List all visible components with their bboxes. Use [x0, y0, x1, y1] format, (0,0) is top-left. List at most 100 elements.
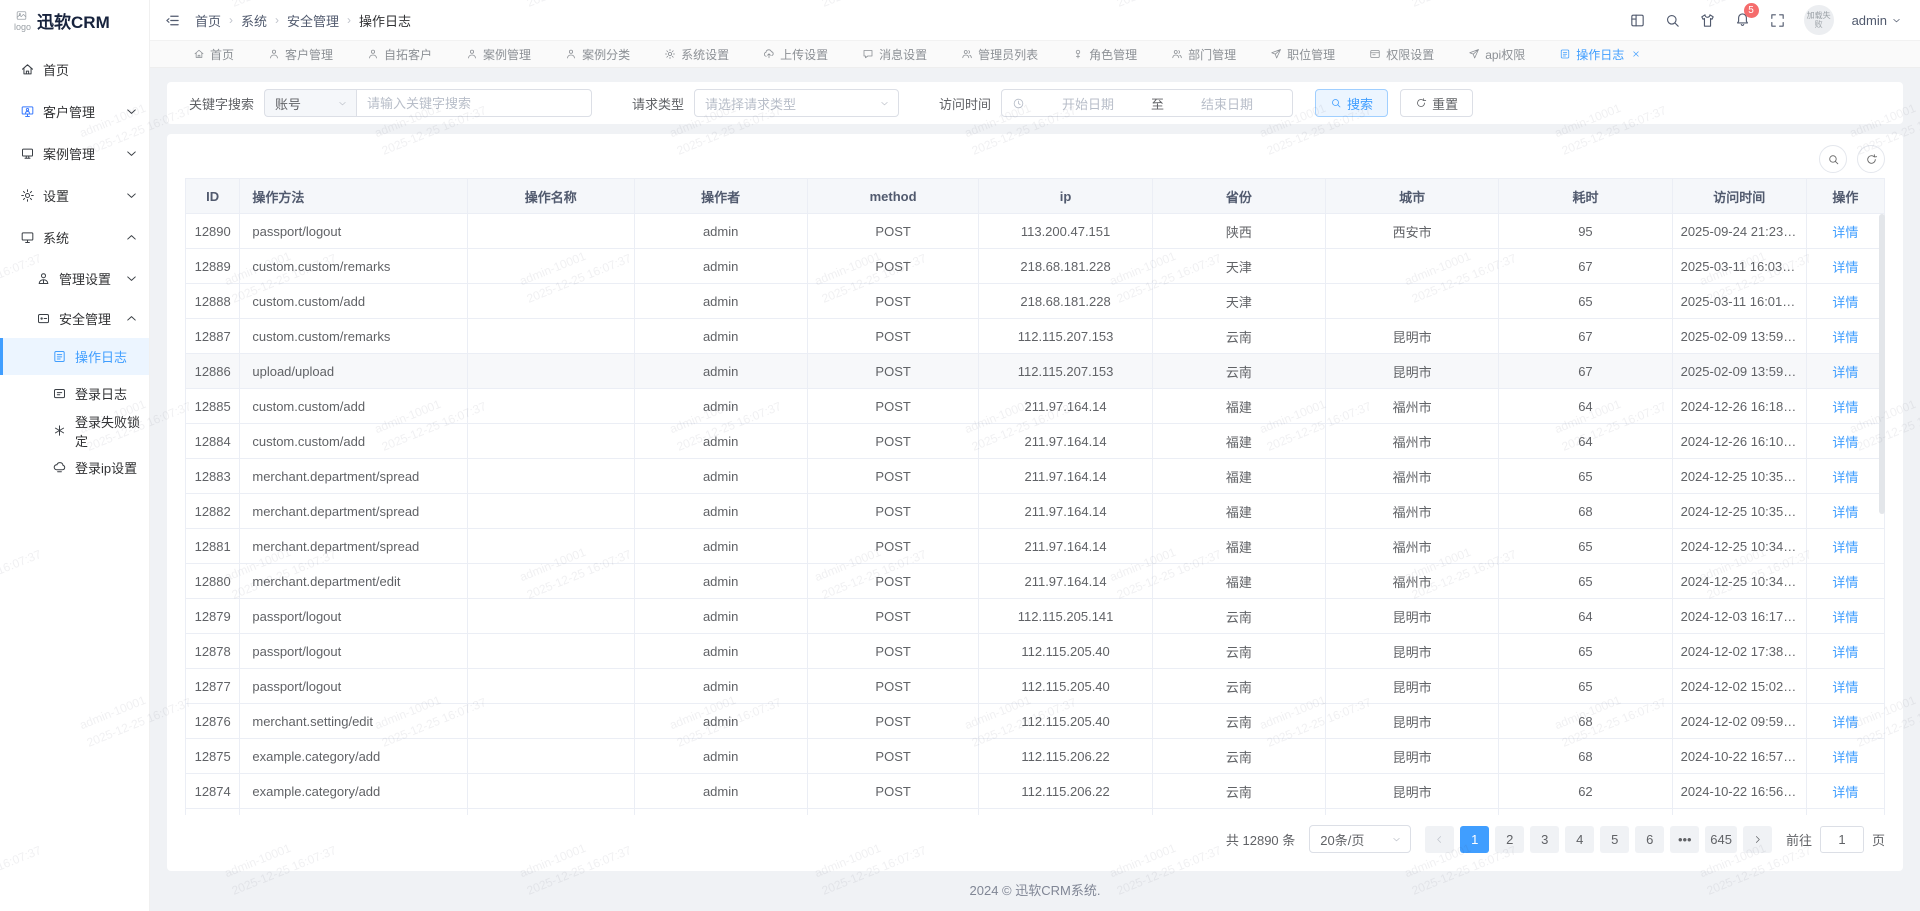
detail-link[interactable]: 详情	[1832, 400, 1858, 415]
table-cell: 昆明市	[1326, 669, 1499, 704]
prev-page-button[interactable]	[1425, 826, 1454, 853]
sidebar-item-安全管理[interactable]: 安全管理	[0, 298, 149, 338]
table-cell: 68	[1499, 704, 1672, 739]
tab-消息设置[interactable]: 消息设置	[845, 41, 944, 67]
fullscreen-icon[interactable]	[1769, 12, 1786, 29]
keyword-type-select[interactable]: 账号	[264, 89, 356, 117]
sidebar-item-操作日志[interactable]: 操作日志	[0, 338, 149, 375]
sidebar-collapse-icon[interactable]	[164, 12, 181, 29]
detail-link[interactable]: 详情	[1832, 505, 1858, 520]
send-icon	[1270, 48, 1282, 60]
table-scrollbar[interactable]	[1879, 214, 1885, 514]
keyword-input[interactable]	[356, 89, 592, 117]
sidebar-item-首页[interactable]: 首页	[0, 48, 149, 90]
page-button-4[interactable]: 4	[1565, 826, 1594, 853]
breadcrumb-item[interactable]: 系统	[241, 11, 267, 30]
detail-link[interactable]: 详情	[1832, 330, 1858, 345]
sidebar-item-登录失败锁定[interactable]: 登录失败锁定	[0, 412, 149, 449]
table-cell: 68	[1499, 739, 1672, 774]
search-icon[interactable]	[1664, 12, 1681, 29]
tab-自拓客户[interactable]: 自拓客户	[350, 41, 449, 67]
sidebar-item-客户管理[interactable]: 客户管理	[0, 90, 149, 132]
tab-首页[interactable]: 首页	[176, 41, 251, 67]
sidebar-item-案例管理[interactable]: 案例管理	[0, 132, 149, 174]
theme-shirt-icon[interactable]	[1699, 12, 1716, 29]
tab-部门管理[interactable]: 部门管理	[1154, 41, 1253, 67]
detail-link[interactable]: 详情	[1832, 715, 1858, 730]
page-button-5[interactable]: 5	[1600, 826, 1629, 853]
detail-link[interactable]: 详情	[1832, 365, 1858, 380]
sidebar-item-登录ip设置[interactable]: 登录ip设置	[0, 449, 149, 486]
detail-link[interactable]: 详情	[1832, 260, 1858, 275]
table-cell: 2024-12-26 16:18:06	[1672, 389, 1806, 424]
detail-link[interactable]: 详情	[1832, 785, 1858, 800]
chevron-down-icon	[337, 98, 348, 109]
tab-权限设置[interactable]: 权限设置	[1352, 41, 1451, 67]
detail-link[interactable]: 详情	[1832, 470, 1858, 485]
close-icon[interactable]	[1631, 49, 1641, 59]
tab-系统设置[interactable]: 系统设置	[647, 41, 746, 67]
reset-button[interactable]: 重置	[1400, 89, 1473, 117]
next-page-button[interactable]	[1743, 826, 1772, 853]
detail-link[interactable]: 详情	[1832, 680, 1858, 695]
detail-link[interactable]: 详情	[1832, 225, 1858, 240]
tab-角色管理[interactable]: 角色管理	[1055, 41, 1154, 67]
role-icon	[1072, 48, 1084, 60]
goto-page-input[interactable]	[1820, 826, 1864, 853]
page-button-6[interactable]: 6	[1635, 826, 1664, 853]
tab-操作日志[interactable]: 操作日志	[1542, 41, 1658, 67]
table-cell: admin	[634, 424, 807, 459]
logo[interactable]: logo 迅软CRM	[0, 0, 149, 40]
page-button-2[interactable]: 2	[1495, 826, 1524, 853]
detail-link[interactable]: 详情	[1832, 435, 1858, 450]
detail-link[interactable]: 详情	[1832, 295, 1858, 310]
breadcrumb-item[interactable]: 首页	[195, 11, 221, 30]
table-row: 12877passport/logoutadminPOST112.115.205…	[186, 669, 1885, 704]
avatar[interactable]: 加载失败	[1804, 5, 1834, 35]
tab-label: 管理员列表	[978, 46, 1038, 63]
notification-bell[interactable]: 5	[1734, 10, 1751, 30]
table-search-button[interactable]	[1819, 145, 1847, 173]
sidebar-item-管理设置[interactable]: 管理设置	[0, 258, 149, 298]
table-cell: merchant.department/spread	[240, 494, 468, 529]
table-cell	[468, 494, 635, 529]
table-wrap: ID操作方法操作名称操作者methodip省份城市耗时访问时间操作 12890p…	[185, 178, 1885, 815]
sidebar-item-系统[interactable]: 系统	[0, 216, 149, 258]
page-button-3[interactable]: 3	[1530, 826, 1559, 853]
table-cell: 65	[1499, 459, 1672, 494]
tab-上传设置[interactable]: 上传设置	[746, 41, 845, 67]
table-cell: 67	[1499, 249, 1672, 284]
breadcrumb-item[interactable]: 安全管理	[287, 11, 339, 30]
detail-link[interactable]: 详情	[1832, 540, 1858, 555]
detail-link[interactable]: 详情	[1832, 750, 1858, 765]
tab-案例管理[interactable]: 案例管理	[449, 41, 548, 67]
search-button[interactable]: 搜索	[1315, 89, 1388, 117]
table-cell: 2024-12-02 17:38:42	[1672, 634, 1806, 669]
breadcrumb-item[interactable]: 操作日志	[359, 11, 411, 30]
request-type-select[interactable]: 请选择请求类型	[694, 89, 899, 117]
page-size-select[interactable]: 20条/页	[1309, 825, 1411, 853]
detail-link[interactable]: 详情	[1832, 610, 1858, 625]
tab-案例分类[interactable]: 案例分类	[548, 41, 647, 67]
detail-link[interactable]: 详情	[1832, 575, 1858, 590]
table-cell: POST	[807, 774, 979, 809]
layout-icon[interactable]	[1629, 12, 1646, 29]
table-cell: admin	[634, 529, 807, 564]
tab-管理员列表[interactable]: 管理员列表	[944, 41, 1055, 67]
date-range-picker[interactable]: 开始日期 至 结束日期	[1001, 89, 1293, 117]
sidebar-item-登录日志[interactable]: 登录日志	[0, 375, 149, 412]
detail-link[interactable]: 详情	[1832, 645, 1858, 660]
tab-客户管理[interactable]: 客户管理	[251, 41, 350, 67]
page-button-•••[interactable]: •••	[1670, 826, 1699, 853]
tab-api权限[interactable]: api权限	[1451, 41, 1542, 67]
table-cell: 112.115.205.40	[979, 704, 1152, 739]
page-button-645[interactable]: 645	[1705, 826, 1737, 853]
page-button-1[interactable]: 1	[1460, 826, 1489, 853]
table-cell: 福建	[1152, 494, 1325, 529]
tab-职位管理[interactable]: 职位管理	[1253, 41, 1352, 67]
login-log-icon	[52, 386, 67, 401]
table-refresh-button[interactable]	[1857, 145, 1885, 173]
sidebar-item-设置[interactable]: 设置	[0, 174, 149, 216]
user-menu[interactable]: admin	[1852, 13, 1902, 28]
table-cell: 62	[1499, 774, 1672, 809]
